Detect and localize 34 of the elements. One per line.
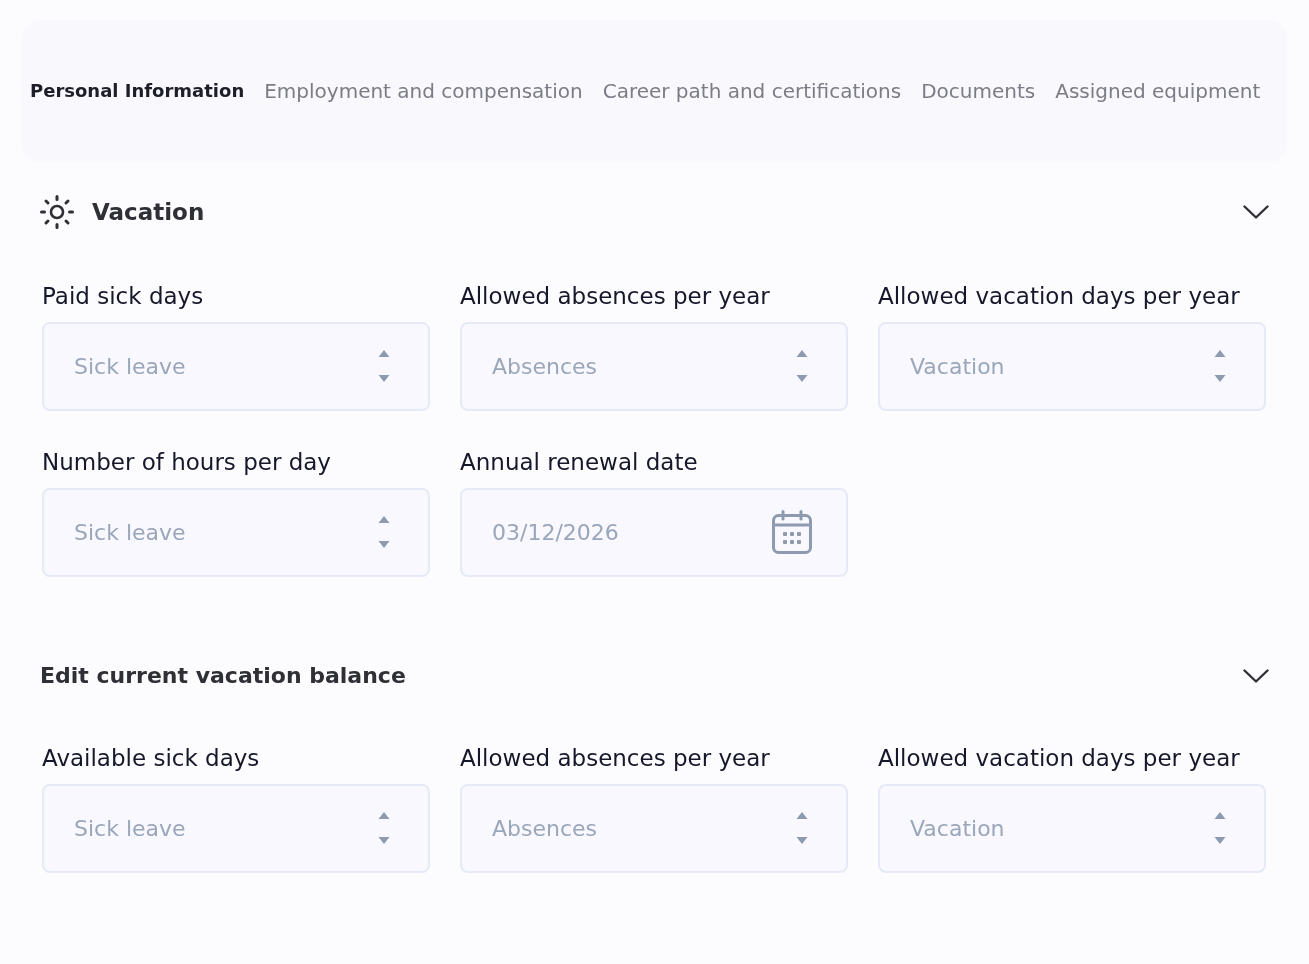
number-field[interactable]: Vacation xyxy=(878,322,1266,411)
tab[interactable]: Assigned equipment xyxy=(1055,78,1261,104)
number-field[interactable]: Sick leave xyxy=(42,322,430,411)
spinner-arrows-icon[interactable] xyxy=(796,350,808,382)
number-field[interactable]: Vacation xyxy=(878,784,1266,873)
number-field[interactable]: Sick leave xyxy=(42,488,430,577)
section-title: Edit current vacation balance xyxy=(40,662,406,690)
field-label: Paid sick days xyxy=(42,282,204,310)
spinner-arrows-icon[interactable] xyxy=(378,350,390,382)
field-label: Number of hours per day xyxy=(42,448,331,476)
sun-icon xyxy=(40,195,74,229)
field-label: Allowed absences per year xyxy=(460,282,770,310)
spinner-arrows-icon[interactable] xyxy=(796,812,808,844)
spinner-arrows-icon[interactable] xyxy=(378,516,390,548)
spinner-arrows-icon[interactable] xyxy=(378,812,390,844)
date-field[interactable]: 03/12/2026 xyxy=(460,488,848,577)
spinner-arrows-icon[interactable] xyxy=(1214,350,1226,382)
chevron-icon[interactable] xyxy=(1243,205,1269,219)
tab[interactable]: Career path and certifications xyxy=(602,78,902,104)
tab[interactable]: Employment and compensation xyxy=(264,78,583,104)
number-field[interactable]: Absences xyxy=(460,784,848,873)
field-label: Allowed vacation days per year xyxy=(878,282,1240,310)
field-label: Allowed absences per year xyxy=(460,744,770,772)
spinner-arrows-icon[interactable] xyxy=(1214,812,1226,844)
number-field[interactable]: Sick leave xyxy=(42,784,430,873)
field-label: Available sick days xyxy=(42,744,260,772)
chevron-icon[interactable] xyxy=(1243,669,1269,683)
section-title: Vacation xyxy=(92,198,205,227)
number-field[interactable]: Absences xyxy=(460,322,848,411)
tab[interactable]: Personal Information xyxy=(30,78,245,104)
field-label: Allowed vacation days per year xyxy=(878,744,1240,772)
tab[interactable]: Documents xyxy=(921,78,1036,104)
calendar-icon[interactable] xyxy=(772,510,812,554)
field-label: Annual renewal date xyxy=(460,448,698,476)
